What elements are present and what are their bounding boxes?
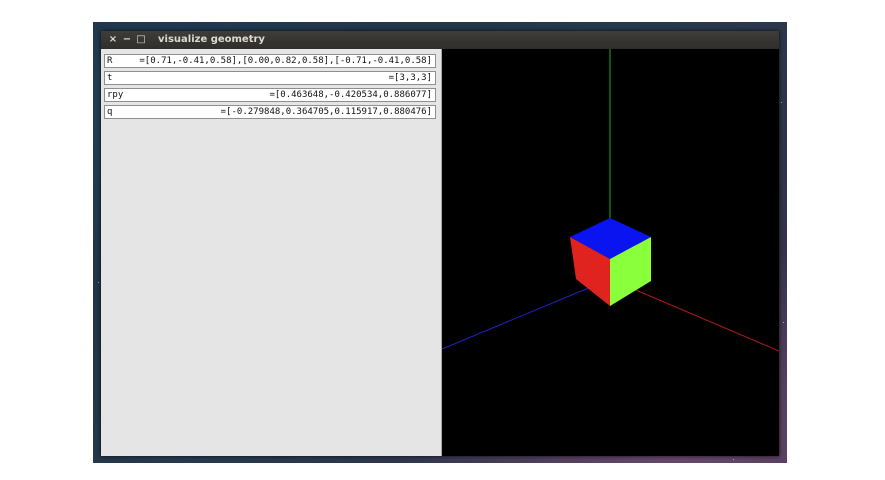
field-label-r: R [107, 56, 113, 66]
field-value-r: =[0.71,-0.41,0.58],[0.00,0.82,0.58],[-0.… [139, 56, 432, 66]
field-label-rpy: rpy [107, 90, 124, 100]
star [781, 102, 782, 103]
field-value-rpy: =[0.463648,-0.420534,0.886077] [269, 90, 432, 100]
field-value-t: =[3,3,3] [388, 73, 432, 83]
title-bar[interactable]: × − □ visualize geometry [101, 31, 779, 49]
minimize-icon[interactable]: − [120, 31, 134, 49]
window-title: visualize geometry [158, 34, 265, 45]
3d-viewport[interactable] [441, 49, 780, 456]
star [733, 459, 734, 460]
scene-canvas [441, 49, 780, 352]
field-row-rpy[interactable]: rpy =[0.463648,-0.420534,0.886077] [104, 88, 436, 102]
close-icon[interactable]: × [106, 31, 120, 49]
field-label-q: q [107, 107, 113, 117]
field-panel: R =[0.71,-0.41,0.58],[0.00,0.82,0.58],[-… [101, 49, 442, 456]
z-axis-line [441, 278, 611, 350]
app-window: × − □ visualize geometry R =[0.71,-0.41,… [101, 31, 780, 456]
field-row-t[interactable]: t =[3,3,3] [104, 71, 436, 85]
field-value-q: =[-0.279848,0.364705,0.115917,0.880476] [220, 107, 432, 117]
field-label-t: t [107, 73, 113, 83]
star [98, 282, 99, 283]
field-row-r[interactable]: R =[0.71,-0.41,0.58],[0.00,0.82,0.58],[-… [104, 54, 436, 68]
desktop-background: × − □ visualize geometry R =[0.71,-0.41,… [93, 22, 787, 463]
star [783, 322, 784, 323]
field-row-q[interactable]: q =[-0.279848,0.364705,0.115917,0.880476… [104, 105, 436, 119]
maximize-icon[interactable]: □ [134, 31, 148, 49]
